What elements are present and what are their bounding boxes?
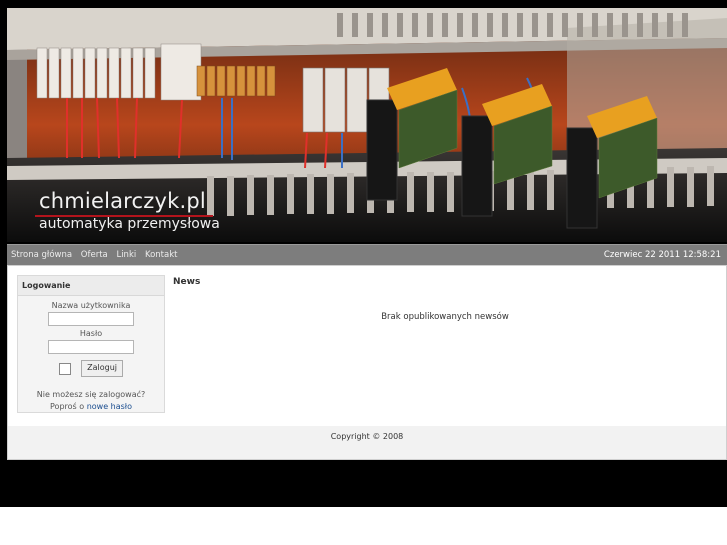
login-heading: Logowanie: [18, 276, 164, 296]
username-input[interactable]: [48, 312, 134, 326]
login-help-request: Poproś o nowe hasło: [18, 401, 164, 413]
new-password-link[interactable]: nowe hasło: [87, 402, 132, 411]
username-label: Nazwa użytkownika: [51, 301, 131, 310]
login-panel: Logowanie Nazwa użytkownika Hasło Zalogu…: [17, 275, 165, 413]
news-heading: News: [173, 277, 201, 287]
password-input[interactable]: [48, 340, 134, 354]
login-help-prefix: Poproś o: [50, 402, 85, 411]
login-button[interactable]: Zaloguj: [81, 360, 123, 377]
header-banner: chmielarczyk.pl automatyka przemysłowa: [7, 8, 727, 242]
remember-me-checkbox[interactable]: [59, 362, 72, 375]
main-content: Logowanie Nazwa użytkownika Hasło Zalogu…: [7, 265, 727, 427]
login-actions: Zaloguj: [18, 358, 164, 377]
current-datetime: Czerwiec 22 2011 12:58:21: [603, 250, 721, 260]
login-help-question: Nie możesz się zalogować?: [36, 390, 146, 399]
site-subtitle: automatyka przemysłowa: [39, 216, 220, 232]
login-help: Nie możesz się zalogować? Poproś o nowe …: [18, 389, 164, 413]
password-label: Hasło: [79, 329, 103, 338]
nav-link-home[interactable]: Strona główna: [11, 250, 72, 260]
copyright-text: Copyright © 2008: [330, 432, 404, 441]
nav-link-offer[interactable]: Oferta: [81, 250, 108, 260]
news-empty-message: Brak opublikowanych newsów: [381, 312, 509, 322]
nav-links: Strona główna Oferta Linki Kontakt: [11, 245, 183, 265]
site-title: chmielarczyk.pl: [39, 189, 206, 213]
nav-link-contact[interactable]: Kontakt: [145, 250, 178, 260]
nav-link-links[interactable]: Linki: [116, 250, 136, 260]
footer: Copyright © 2008: [7, 426, 727, 460]
nav-bar: Strona główna Oferta Linki Kontakt Czerw…: [7, 244, 727, 265]
